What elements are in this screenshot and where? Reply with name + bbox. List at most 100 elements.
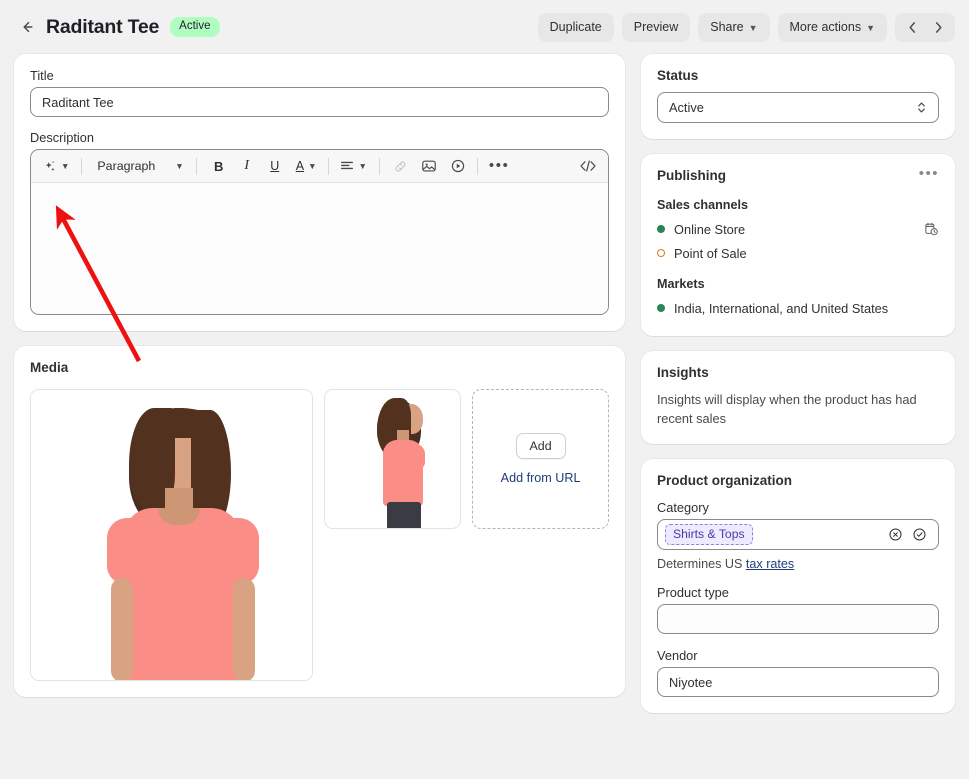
sales-channel-point-of-sale[interactable]: Point of Sale: [657, 241, 939, 265]
product-photo-side: [325, 390, 461, 528]
paragraph-style-label: Paragraph: [97, 159, 156, 173]
preview-button[interactable]: Preview: [621, 12, 691, 42]
ellipsis-icon[interactable]: •••: [919, 166, 939, 186]
media-title: Media: [30, 360, 69, 375]
ellipsis-icon[interactable]: •••: [485, 154, 514, 179]
add-from-url-link[interactable]: Add from URL: [501, 471, 581, 485]
previous-product-button[interactable]: [899, 14, 925, 41]
text-color-button[interactable]: A ▼: [292, 154, 322, 179]
link-icon[interactable]: [389, 154, 412, 179]
share-button[interactable]: Share ▼: [698, 12, 770, 42]
editor-columns: Title Raditant Tee Description ▼ Paragra…: [0, 54, 969, 779]
bold-button[interactable]: B: [208, 154, 230, 179]
description-editor: ▼ Paragraph ▼ B I U A ▼ ▼ •••: [30, 149, 609, 315]
vendor-label: Vendor: [657, 648, 698, 664]
status-card-title: Status: [657, 68, 699, 83]
category-tag[interactable]: Shirts & Tops: [665, 524, 753, 546]
underline-label: U: [270, 159, 280, 173]
back-button[interactable]: [14, 14, 40, 40]
chevron-down-icon: ▼: [308, 161, 317, 171]
product-organization-card: Product organization Category Shirts & T…: [641, 459, 955, 714]
insights-body: Insights will display when the product h…: [657, 392, 917, 427]
status-dot-published-icon: [657, 225, 665, 233]
more-actions-button[interactable]: More actions ▼: [777, 12, 887, 42]
toolbar-divider: [195, 157, 197, 175]
sales-channels-label: Sales channels: [657, 198, 749, 212]
media-item-secondary[interactable]: [324, 389, 462, 529]
title-input[interactable]: Raditant Tee: [30, 87, 609, 117]
publishing-card: Publishing ••• Sales channels Online Sto…: [641, 154, 955, 336]
product-editor-page: Raditant Tee Active Duplicate Preview Sh…: [0, 0, 969, 779]
market-row[interactable]: India, International, and United States: [657, 296, 939, 320]
underline-button[interactable]: U: [264, 154, 286, 179]
title-input-value: Raditant Tee: [42, 94, 114, 110]
product-photo-front: [31, 390, 313, 680]
category-actions: [888, 527, 931, 542]
main-column: Title Raditant Tee Description ▼ Paragra…: [14, 54, 625, 779]
more-actions-label: More actions: [789, 20, 862, 34]
insights-card: Insights Insights will display when the …: [641, 351, 955, 445]
top-bar: Raditant Tee Active Duplicate Preview Sh…: [0, 0, 969, 54]
duplicate-button[interactable]: Duplicate: [537, 12, 614, 42]
share-label: Share: [710, 20, 744, 34]
toolbar-divider: [81, 157, 83, 175]
description-label: Description: [30, 130, 95, 145]
toolbar-divider: [476, 157, 478, 175]
category-input[interactable]: Shirts & Tops: [657, 519, 939, 551]
sidebar-column: Status Active Publishing ••• Sales chann…: [641, 54, 955, 779]
bold-label: B: [214, 158, 224, 174]
status-select[interactable]: Active: [657, 92, 939, 123]
status-dot-pending-icon: [657, 249, 665, 257]
duplicate-label: Duplicate: [549, 20, 602, 34]
code-brackets-icon[interactable]: [575, 154, 601, 179]
media-card: Media Add Add from URL: [14, 346, 625, 697]
tax-rates-link[interactable]: tax rates: [746, 557, 794, 571]
title-label: Title: [30, 68, 54, 83]
toolbar-divider: [328, 157, 330, 175]
text-color-label: A: [295, 159, 305, 173]
media-dropzone[interactable]: Add Add from URL: [472, 389, 609, 529]
vendor-value: Niyotee: [669, 674, 713, 690]
markets-label: Markets: [657, 277, 705, 291]
chevron-updown-icon: [916, 100, 927, 115]
status-dot-published-icon: [657, 304, 665, 312]
toolbar-divider: [378, 157, 380, 175]
sales-channel-online-store[interactable]: Online Store: [657, 217, 939, 241]
market-label: India, International, and United States: [674, 300, 889, 316]
italic-button[interactable]: I: [236, 154, 258, 179]
align-left-icon[interactable]: ▼: [336, 154, 371, 179]
preview-label: Preview: [633, 20, 679, 34]
publishing-card-title: Publishing: [657, 168, 726, 183]
image-icon[interactable]: [417, 154, 441, 179]
video-play-icon[interactable]: [446, 154, 470, 179]
insights-card-title: Insights: [657, 365, 709, 380]
add-media-button[interactable]: Add: [515, 433, 566, 459]
description-textarea[interactable]: [31, 183, 608, 314]
publishing-card-header: Publishing •••: [657, 166, 939, 186]
product-details-card: Title Raditant Tee Description ▼ Paragra…: [14, 54, 625, 331]
vendor-input[interactable]: Niyotee: [657, 667, 939, 698]
status-select-value: Active: [669, 100, 704, 115]
category-helper-text: Determines US tax rates: [657, 557, 939, 571]
calendar-clock-icon[interactable]: [923, 221, 939, 237]
chevron-down-icon: ▼: [748, 23, 758, 33]
chevron-down-icon: ▼: [866, 23, 875, 33]
circle-check-icon[interactable]: [912, 527, 927, 542]
chevron-down-icon: ▼: [61, 161, 70, 171]
media-grid: Add Add from URL: [30, 389, 609, 681]
product-organization-title: Product organization: [657, 473, 792, 489]
page-title: Raditant Tee: [46, 15, 160, 38]
italic-label: I: [244, 158, 250, 173]
sparkle-ai-icon[interactable]: ▼: [38, 154, 74, 179]
status-card: Status Active: [641, 54, 955, 139]
media-item-primary[interactable]: [30, 389, 314, 681]
next-product-button[interactable]: [925, 14, 951, 41]
paragraph-style-select[interactable]: Paragraph ▼: [89, 154, 188, 179]
record-navigation: [895, 12, 955, 42]
circle-x-icon[interactable]: [888, 527, 903, 542]
sales-channel-label: Point of Sale: [674, 245, 747, 261]
status-badge: Active: [170, 16, 220, 38]
chevron-down-icon: ▼: [358, 161, 367, 171]
category-helper-prefix: Determines US: [657, 557, 746, 572]
product-type-input[interactable]: [657, 604, 939, 635]
